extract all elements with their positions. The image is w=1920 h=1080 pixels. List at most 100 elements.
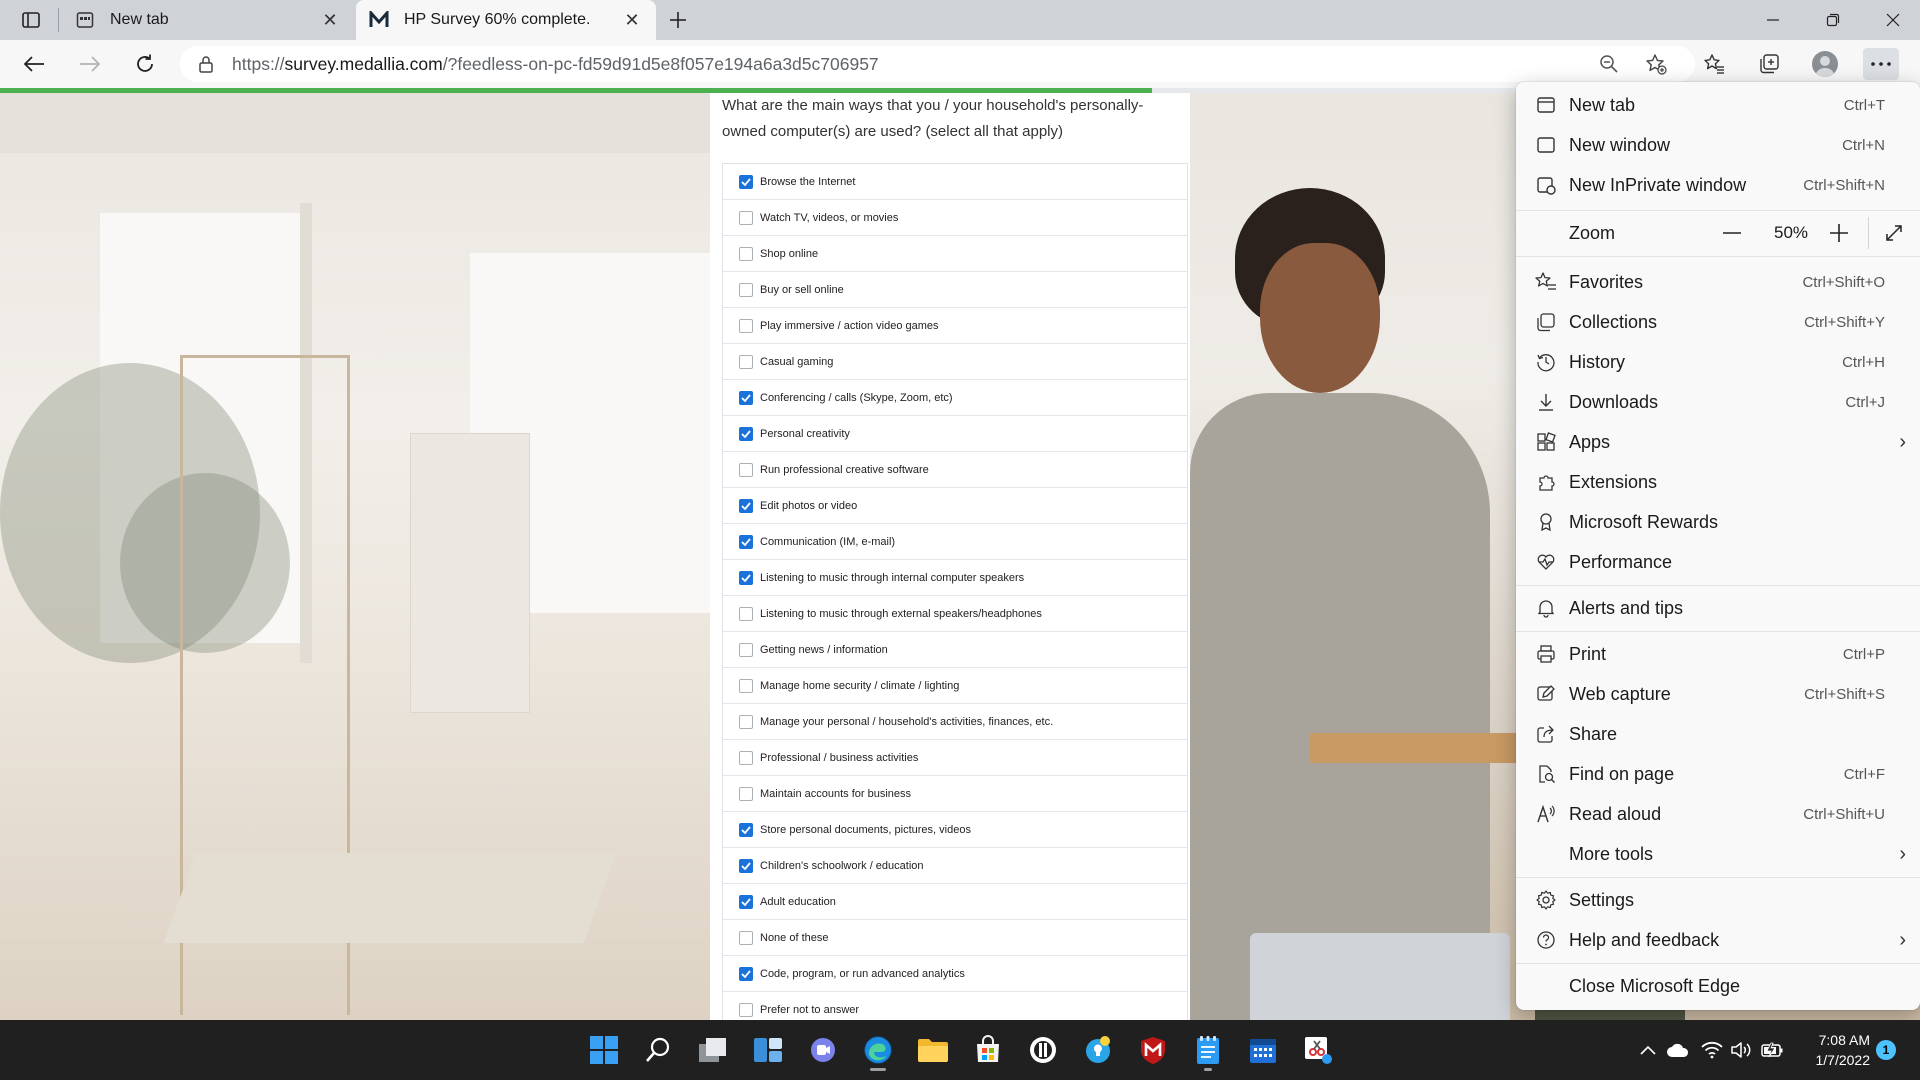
survey-option[interactable]: Browse the Internet	[723, 164, 1187, 200]
favorites-button[interactable]	[1696, 48, 1732, 80]
network-button[interactable]	[1700, 1038, 1724, 1062]
menu-item-find-on-page[interactable]: Find on page Ctrl+F	[1516, 754, 1920, 794]
survey-option[interactable]: Children's schoolwork / education	[723, 848, 1187, 884]
clock[interactable]: 7:08 AM 1/7/2022	[1790, 1030, 1871, 1070]
menu-item-alerts-and-tips[interactable]: Alerts and tips	[1516, 588, 1920, 628]
edge-taskbar-button[interactable]	[856, 1028, 900, 1072]
menu-item-new-inprivate-window[interactable]: New InPrivate window Ctrl+Shift+N	[1516, 165, 1920, 205]
checkbox[interactable]	[739, 318, 753, 333]
menu-item-apps[interactable]: Apps ›	[1516, 422, 1920, 462]
menu-item-extensions[interactable]: Extensions	[1516, 462, 1920, 502]
menu-item-new-window[interactable]: New window Ctrl+N	[1516, 125, 1920, 165]
back-button[interactable]	[16, 48, 52, 80]
tab-new-tab[interactable]: New tab ✕	[62, 0, 354, 40]
survey-option[interactable]: Getting news / information	[723, 632, 1187, 668]
survey-option[interactable]: Buy or sell online	[723, 272, 1187, 308]
menu-item-history[interactable]: History Ctrl+H	[1516, 342, 1920, 382]
file-explorer-button[interactable]	[911, 1028, 955, 1072]
lock-icon[interactable]	[196, 54, 216, 74]
checkbox[interactable]	[739, 570, 753, 585]
menu-item-web-capture[interactable]: Web capture Ctrl+Shift+S	[1516, 674, 1920, 714]
snipping-tool-button[interactable]	[1296, 1028, 1340, 1072]
task-view-button[interactable]	[691, 1028, 735, 1072]
checkbox[interactable]	[739, 426, 753, 441]
survey-option[interactable]: Prefer not to answer	[723, 992, 1187, 1020]
checkbox[interactable]	[739, 534, 753, 549]
checkbox[interactable]	[739, 606, 753, 621]
survey-option[interactable]: Store personal documents, pictures, vide…	[723, 812, 1187, 848]
calendar-button[interactable]	[1241, 1028, 1285, 1072]
settings-and-more-button[interactable]	[1863, 48, 1899, 80]
checkbox[interactable]	[739, 174, 753, 189]
mcafee-button[interactable]	[1131, 1028, 1175, 1072]
menu-item-help-and-feedback[interactable]: Help and feedback ›	[1516, 920, 1920, 960]
checkbox[interactable]	[739, 822, 753, 837]
checkbox[interactable]	[739, 894, 753, 909]
survey-option[interactable]: Watch TV, videos, or movies	[723, 200, 1187, 236]
checkbox[interactable]	[739, 750, 753, 765]
zoom-indicator-button[interactable]	[1593, 48, 1625, 80]
survey-option[interactable]: Communication (IM, e-mail)	[723, 524, 1187, 560]
checkbox[interactable]	[739, 1003, 753, 1017]
new-tab-button[interactable]	[664, 6, 692, 34]
tab-hp-survey[interactable]: HP Survey 60% complete. ✕	[356, 0, 656, 40]
battery-button[interactable]	[1760, 1038, 1784, 1062]
collections-button[interactable]	[1751, 48, 1787, 80]
zoom-out-button[interactable]	[1716, 217, 1748, 249]
survey-option[interactable]: None of these	[723, 920, 1187, 956]
menu-item-new-tab[interactable]: New tab Ctrl+T	[1516, 85, 1920, 125]
zoom-in-button[interactable]	[1823, 217, 1855, 249]
full-screen-button[interactable]	[1878, 217, 1910, 249]
survey-option[interactable]: Personal creativity	[723, 416, 1187, 452]
survey-option[interactable]: Manage your personal / household's activ…	[723, 704, 1187, 740]
checkbox[interactable]	[739, 210, 753, 225]
volume-button[interactable]	[1730, 1038, 1754, 1062]
survey-option[interactable]: Conferencing / calls (Skype, Zoom, etc)	[723, 380, 1187, 416]
checkbox[interactable]	[739, 678, 753, 693]
checkbox[interactable]	[739, 282, 753, 297]
survey-option[interactable]: Listening to music through internal comp…	[723, 560, 1187, 596]
notepad-button[interactable]	[1186, 1028, 1230, 1072]
menu-item-favorites[interactable]: Favorites Ctrl+Shift+O	[1516, 262, 1920, 302]
checkbox[interactable]	[739, 462, 753, 477]
survey-option[interactable]: Manage home security / climate / lightin…	[723, 668, 1187, 704]
close-tab-icon[interactable]: ✕	[620, 8, 644, 32]
menu-item-downloads[interactable]: Downloads Ctrl+J	[1516, 382, 1920, 422]
survey-option[interactable]: Maintain accounts for business	[723, 776, 1187, 812]
notification-badge[interactable]: 1	[1876, 1040, 1896, 1060]
profile-button[interactable]	[1807, 48, 1843, 80]
app-button-tips[interactable]	[1076, 1028, 1120, 1072]
menu-item-collections[interactable]: Collections Ctrl+Shift+Y	[1516, 302, 1920, 342]
widgets-button[interactable]	[746, 1028, 790, 1072]
checkbox[interactable]	[739, 858, 753, 873]
survey-option[interactable]: Professional / business activities	[723, 740, 1187, 776]
show-hidden-icons-button[interactable]	[1636, 1038, 1660, 1062]
onedrive-button[interactable]	[1666, 1038, 1690, 1062]
checkbox[interactable]	[739, 930, 753, 945]
tab-actions-button[interactable]	[12, 6, 50, 34]
survey-option[interactable]: Run professional creative software	[723, 452, 1187, 488]
microsoft-store-button[interactable]	[966, 1028, 1010, 1072]
menu-item-microsoft-rewards[interactable]: Microsoft Rewards	[1516, 502, 1920, 542]
checkbox[interactable]	[739, 714, 753, 729]
menu-item-more-tools[interactable]: More tools ›	[1516, 834, 1920, 874]
add-favorite-button[interactable]	[1640, 48, 1672, 80]
checkbox[interactable]	[739, 786, 753, 801]
teams-chat-button[interactable]	[801, 1028, 845, 1072]
survey-option[interactable]: Play immersive / action video games	[723, 308, 1187, 344]
survey-option[interactable]: Listening to music through external spea…	[723, 596, 1187, 632]
menu-item-share[interactable]: Share	[1516, 714, 1920, 754]
close-tab-icon[interactable]: ✕	[318, 8, 342, 32]
menu-item-read-aloud[interactable]: Read aloud Ctrl+Shift+U	[1516, 794, 1920, 834]
survey-option[interactable]: Casual gaming	[723, 344, 1187, 380]
checkbox[interactable]	[739, 246, 753, 261]
start-button[interactable]	[582, 1028, 626, 1072]
url-text[interactable]: https://survey.medallia.com/?feedless-on…	[232, 54, 879, 75]
app-button-hp[interactable]	[1021, 1028, 1065, 1072]
menu-item-close-microsoft-edge[interactable]: Close Microsoft Edge	[1516, 966, 1920, 1006]
search-button[interactable]	[636, 1028, 680, 1072]
checkbox[interactable]	[739, 390, 753, 405]
menu-item-performance[interactable]: Performance	[1516, 542, 1920, 582]
survey-option[interactable]: Adult education	[723, 884, 1187, 920]
survey-option[interactable]: Edit photos or video	[723, 488, 1187, 524]
